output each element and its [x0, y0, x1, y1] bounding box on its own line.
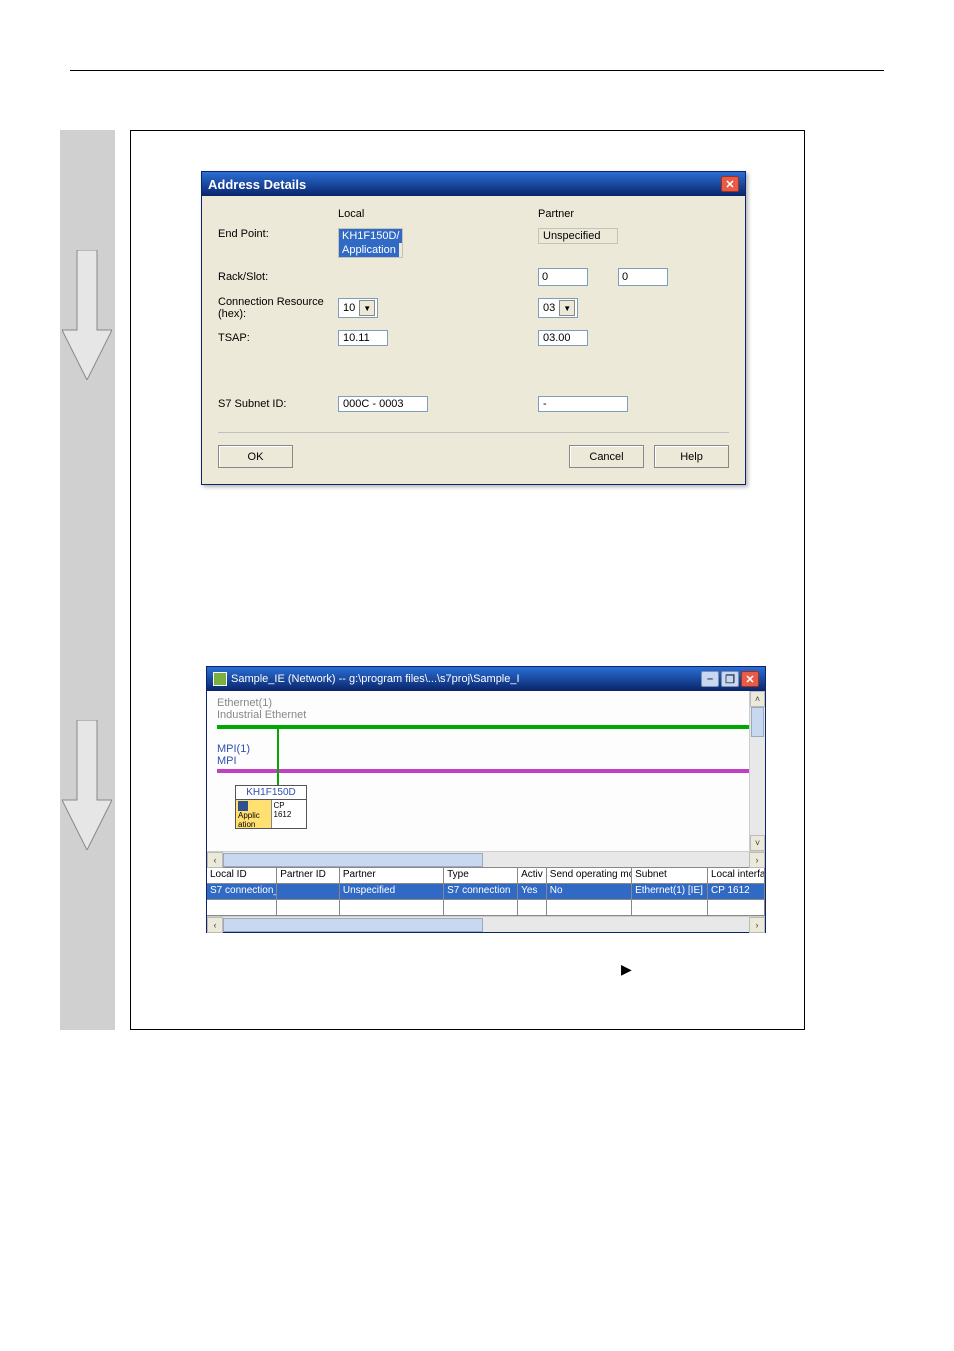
partner-slot-input[interactable]	[618, 268, 668, 286]
scroll-thumb[interactable]	[223, 918, 483, 932]
next-page-icon: ▶	[621, 961, 632, 978]
vertical-scrollbar[interactable]: ˄ ˅	[749, 691, 765, 851]
partner-endpoint-field: Unspecified	[538, 228, 618, 244]
col-interface[interactable]: Local interface	[708, 868, 765, 884]
mpi-label: MPI(1)MPI	[217, 743, 250, 767]
table-header: Local ID Partner ID Partner Type Activ S…	[207, 868, 765, 884]
subnet-label: S7 Subnet ID:	[218, 398, 338, 410]
help-button[interactable]: Help	[654, 445, 729, 468]
station-title: KH1F150D	[236, 786, 306, 800]
netpro-window: Sample_IE (Network) -- g:\program files\…	[206, 666, 766, 933]
partner-connres-select[interactable]: 03 ▼	[538, 298, 578, 318]
rackslot-label: Rack/Slot:	[218, 271, 338, 283]
local-subnet-field: 000C - 0003	[338, 396, 428, 412]
scroll-left-icon[interactable]: ‹	[207, 852, 223, 868]
scroll-right-icon[interactable]: ›	[749, 852, 765, 868]
down-arrow-icon	[62, 720, 112, 850]
table-row[interactable]: S7 connection_1 Unspecified S7 connectio…	[207, 884, 765, 900]
table-row[interactable]	[207, 900, 765, 916]
ethernet-bus[interactable]	[217, 725, 751, 729]
down-arrow-icon	[62, 250, 112, 380]
partner-subnet-field: -	[538, 396, 628, 412]
cancel-button[interactable]: Cancel	[569, 445, 644, 468]
scroll-up-icon[interactable]: ˄	[750, 691, 765, 707]
dialog-titlebar[interactable]: Address Details ✕	[202, 172, 745, 196]
ethernet-label: Ethernet(1)Industrial Ethernet	[217, 697, 306, 721]
col-send-mode[interactable]: Send operating mod	[547, 868, 632, 884]
connres-label: Connection Resource (hex):	[218, 296, 338, 320]
close-icon[interactable]: ✕	[741, 671, 759, 687]
scroll-thumb[interactable]	[223, 853, 483, 867]
minimize-icon[interactable]: –	[701, 671, 719, 687]
col-subnet[interactable]: Subnet	[632, 868, 708, 884]
network-canvas[interactable]: Ethernet(1)Industrial Ethernet MPI(1)MPI…	[207, 691, 765, 851]
col-local-id[interactable]: Local ID	[207, 868, 277, 884]
col-partner-id[interactable]: Partner ID	[277, 868, 340, 884]
col-active[interactable]: Activ	[518, 868, 547, 884]
mpi-bus[interactable]	[217, 769, 751, 773]
window-titlebar[interactable]: Sample_IE (Network) -- g:\program files\…	[207, 667, 765, 691]
partner-tsap-field: 03.00	[538, 330, 588, 346]
maximize-icon[interactable]: ❐	[721, 671, 739, 687]
scroll-left-icon[interactable]: ‹	[207, 917, 223, 933]
horizontal-scrollbar-lower[interactable]: ‹ ›	[207, 916, 765, 932]
chevron-down-icon: ▼	[559, 300, 575, 316]
local-tsap-field: 10.11	[338, 330, 388, 346]
local-endpoint-field: KH1F150D/ Application	[338, 228, 403, 258]
tsap-label: TSAP:	[218, 332, 338, 344]
scroll-thumb[interactable]	[751, 707, 764, 737]
endpoint-label: End Point:	[218, 228, 338, 240]
col-type[interactable]: Type	[444, 868, 518, 884]
scroll-down-icon[interactable]: ˅	[750, 835, 765, 851]
pc-icon	[238, 801, 248, 811]
app-icon	[213, 672, 227, 686]
partner-rack-input[interactable]	[538, 268, 588, 286]
dialog-title: Address Details	[208, 177, 306, 192]
scroll-right-icon[interactable]: ›	[749, 917, 765, 933]
drop-line	[277, 727, 279, 785]
ok-button[interactable]: OK	[218, 445, 293, 468]
station-slot-cp[interactable]: CP1612	[272, 800, 307, 828]
station-slot-app[interactable]: Application	[236, 800, 272, 828]
column-header-local: Local	[338, 208, 538, 220]
col-partner[interactable]: Partner	[340, 868, 444, 884]
column-header-partner: Partner	[538, 208, 718, 220]
connection-table: Local ID Partner ID Partner Type Activ S…	[207, 867, 765, 916]
chevron-down-icon: ▼	[359, 300, 375, 316]
local-connres-select[interactable]: 10 ▼	[338, 298, 378, 318]
window-title: Sample_IE (Network) -- g:\program files\…	[231, 673, 520, 685]
station-node[interactable]: KH1F150D Application CP1612	[235, 785, 307, 829]
address-details-dialog: Address Details ✕ Local Partner End Poin…	[201, 171, 746, 485]
close-icon[interactable]: ✕	[721, 176, 739, 192]
horizontal-scrollbar-upper[interactable]: ‹ ›	[207, 851, 765, 867]
